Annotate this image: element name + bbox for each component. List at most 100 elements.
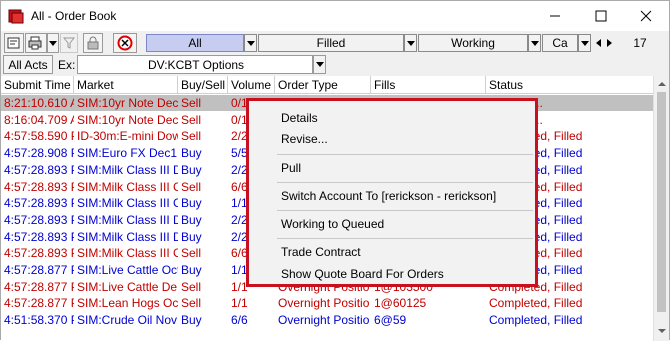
cell-submit-time: 4:57:28.893 P — [4, 246, 74, 261]
menu-separator — [277, 238, 533, 239]
print-dropdown[interactable] — [47, 33, 59, 53]
cell-market: SIM:10yr Note Dec — [77, 112, 178, 127]
cancel-all-button[interactable] — [113, 33, 137, 53]
menu-item-trade-contract[interactable]: Trade Contract — [281, 245, 361, 259]
column-header-fills[interactable]: Fills — [371, 76, 486, 94]
cell-status: Completed, Filled — [489, 313, 583, 328]
filter-cancelled-tab[interactable]: Ca — [542, 34, 578, 52]
cell-buy-sell: Buy — [181, 229, 202, 244]
cell-fills: 6@59 — [374, 313, 407, 328]
cell-buy-sell: Buy — [181, 212, 202, 227]
cell-buy-sell: Sell — [181, 112, 202, 127]
cell-buy-sell: Buy — [181, 263, 202, 277]
cell-fills: 1@60125 — [374, 296, 427, 311]
cell-buy-sell: Sell — [181, 129, 202, 144]
window-title: All - Order Book — [31, 9, 117, 23]
column-header-order-type[interactable]: Order Type — [275, 76, 371, 94]
column-header-submit-time[interactable]: Submit Time — [1, 76, 74, 94]
scroll-up-icon[interactable] — [657, 79, 667, 89]
cell-submit-time: 4:57:28.908 P — [4, 146, 74, 161]
filter-filled-dropdown[interactable] — [404, 34, 417, 52]
minimize-button[interactable] — [532, 1, 578, 31]
menu-item-switch-account[interactable]: Switch Account To [rerickson - rerickson… — [281, 189, 496, 203]
cell-market: SIM:Milk Class III D — [77, 229, 178, 244]
account-toolbar: All Acts Ex: DV:KCBT Options — [1, 53, 669, 75]
cell-market: ID-30m:E-mini Dow — [77, 129, 178, 144]
filter-all-dropdown[interactable] — [244, 34, 257, 52]
menu-item-details[interactable]: Details — [281, 111, 318, 125]
close-button[interactable] — [623, 1, 669, 31]
vertical-scrollbar[interactable] — [653, 76, 669, 341]
exchange-dropdown[interactable] — [313, 55, 326, 74]
filter-cancelled-dropdown[interactable] — [578, 34, 591, 52]
cell-buy-sell: Sell — [181, 96, 202, 110]
menu-item-show-quote-board[interactable]: Show Quote Board For Orders — [281, 267, 444, 281]
order-book-window: All - Order Book All Filled Working Ca 1… — [0, 0, 670, 341]
cell-status: Completed, Filled — [489, 296, 583, 311]
cell-market: SIM:Milk Class III D — [77, 212, 178, 227]
column-header-volume[interactable]: Volume — [228, 76, 275, 94]
funnel-icon — [63, 37, 75, 49]
table-row[interactable]: 4:57:28.877 P SIM:Lean Hogs Oc Sell 1/1 Over… — [1, 295, 653, 311]
cell-submit-time: 4:57:28.893 P — [4, 179, 74, 194]
cell-submit-time: 4:57:28.893 P — [4, 196, 74, 211]
menu-separator — [277, 210, 533, 211]
cell-buy-sell: Buy — [181, 196, 202, 211]
cell-buy-sell: Buy — [181, 146, 202, 161]
column-header-market[interactable]: Market — [74, 76, 178, 94]
cell-order-type: Overnight Positio — [278, 313, 370, 328]
cell-buy-sell: Sell — [181, 179, 202, 194]
cell-submit-time: 4:57:28.893 P — [4, 229, 74, 244]
close-icon — [640, 10, 652, 22]
app-icon — [8, 9, 24, 24]
cell-market: SIM:Live Cattle De — [77, 279, 178, 294]
filter-filled-tab[interactable]: Filled — [258, 34, 404, 52]
cell-buy-sell: Sell — [181, 279, 202, 294]
title-bar: All - Order Book — [1, 1, 669, 31]
filter-working-dropdown[interactable] — [528, 34, 541, 52]
column-header-buy-sell[interactable]: Buy/Sell — [178, 76, 228, 94]
menu-separator — [277, 154, 533, 155]
cell-market: SIM:Milk Class III C — [77, 179, 178, 194]
cell-buy-sell: Sell — [181, 296, 202, 311]
cell-submit-time: 4:51:58.370 P — [4, 313, 74, 328]
cell-submit-time: 4:57:28.893 P — [4, 212, 74, 227]
lock-button[interactable] — [83, 33, 103, 53]
lock-icon — [87, 36, 99, 50]
menu-item-pull[interactable]: Pull — [281, 161, 301, 175]
filter-working-tab[interactable]: Working — [418, 34, 528, 52]
properties-icon — [7, 37, 20, 49]
cancel-icon — [117, 35, 133, 51]
cell-submit-time: 4:57:28.893 P — [4, 162, 74, 177]
cell-market: SIM:Lean Hogs Oc — [77, 296, 178, 311]
properties-button[interactable] — [4, 33, 24, 53]
cell-volume: 6/6 — [231, 313, 248, 328]
print-button[interactable] — [25, 33, 47, 53]
cell-buy-sell: Sell — [181, 246, 202, 261]
cell-submit-time: 8:16:04.709 A — [4, 112, 74, 127]
filter-toolbar: All Filled Working Ca 17 — [1, 31, 669, 53]
maximize-button[interactable] — [578, 1, 624, 31]
all-accounts-button[interactable]: All Acts — [3, 55, 53, 74]
cell-buy-sell: Buy — [181, 313, 202, 328]
menu-item-revise[interactable]: Revise... — [281, 132, 328, 146]
cell-submit-time: 4:57:28.877 P — [4, 263, 74, 277]
cell-submit-time: 4:57:28.877 P — [4, 296, 74, 311]
scroll-down-icon[interactable] — [657, 326, 667, 336]
menu-item-working-to-queued[interactable]: Working to Queued — [281, 217, 384, 231]
table-row[interactable]: 4:51:58.370 P SIM:Crude Oil Nov Buy 6/6 Over… — [1, 312, 653, 328]
context-menu: Details Revise... Pull Switch Account To… — [246, 98, 538, 287]
column-header-status[interactable]: Status — [486, 76, 653, 94]
filter-all-tab[interactable]: All — [146, 34, 244, 52]
cell-market: SIM:10yr Note Dec — [77, 96, 178, 110]
minimize-icon — [550, 15, 560, 17]
cell-volume: 1/1 — [231, 296, 248, 311]
cell-market: SIM:Milk Class III C — [77, 246, 178, 261]
grid-header: Submit Time Market Buy/Sell Volume Order… — [1, 76, 653, 94]
filter-button[interactable] — [60, 33, 78, 53]
menu-separator — [277, 182, 533, 183]
scroll-tabs-right-button[interactable] — [603, 34, 616, 52]
scroll-thumb[interactable] — [657, 92, 666, 312]
cell-market: SIM:Euro FX Dec1 — [77, 146, 178, 161]
exchange-select[interactable]: DV:KCBT Options — [77, 55, 313, 74]
